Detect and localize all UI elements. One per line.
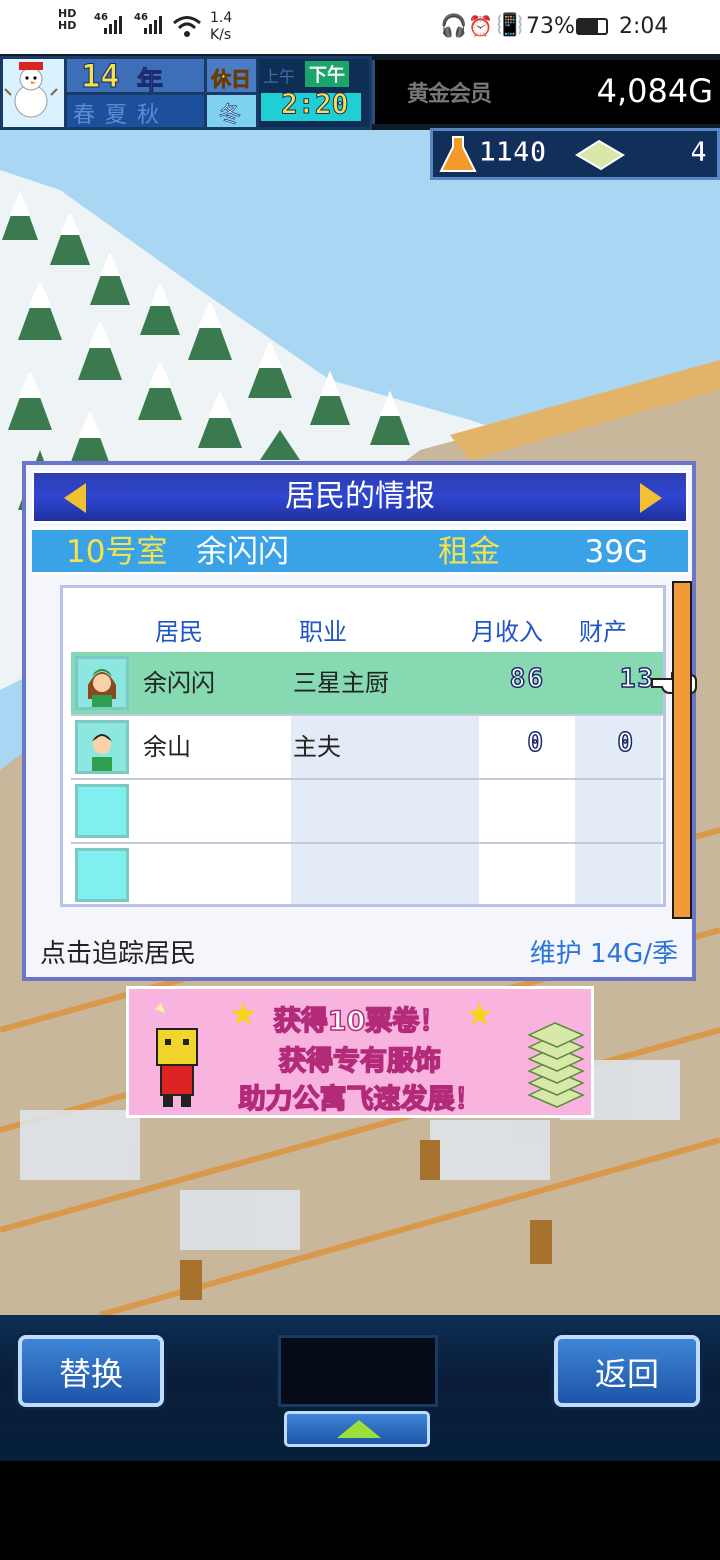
resource-panel: 1140 4: [430, 128, 720, 180]
gold-amount: 4,084G: [596, 72, 713, 110]
resident-income: 86: [509, 663, 545, 695]
column-header-income: 月收入: [471, 618, 543, 646]
back-button[interactable]: 返回: [554, 1335, 700, 1407]
resident-assets: 0: [617, 727, 635, 759]
empty-avatar-slot: [75, 784, 129, 838]
vibrate-icon: 📳: [496, 13, 524, 38]
column-header-assets: 财产: [579, 618, 627, 646]
next-arrow-icon[interactable]: [640, 483, 662, 513]
rent-label: 租金: [438, 534, 500, 570]
center-panel: [278, 1335, 438, 1407]
clock-time: 2:04: [619, 14, 669, 39]
banner-line-2: 获得专有服饰: [278, 1045, 442, 1078]
ticket-count: 4: [690, 135, 708, 169]
resident-income: 0: [527, 727, 545, 759]
season-panel: 春夏秋: [64, 92, 208, 130]
research-points: 1140: [478, 135, 547, 169]
expand-menu-button[interactable]: [284, 1411, 430, 1447]
flask-icon: [439, 136, 477, 172]
table-row-selected[interactable]: 余闪闪 三星主厨 86 13: [71, 652, 663, 716]
banner-line-3: 助力公寓飞速发展！: [238, 1083, 483, 1116]
table-row-empty[interactable]: [71, 780, 663, 844]
column-header-resident: 居民: [155, 618, 203, 646]
signal-icon: [144, 16, 162, 34]
battery-icon: [576, 18, 608, 35]
game-hud: 14 年 休日 春夏秋 冬 上午 下午 2:20 黄金会员 4,084G: [0, 54, 720, 130]
game-clock: 2:20: [280, 87, 349, 121]
resident-avatar: [75, 720, 129, 774]
room-resident-name: 余闪闪: [196, 534, 289, 570]
banner-line-1: 获得10票卷！: [273, 1005, 447, 1038]
scrollbar[interactable]: [672, 581, 692, 919]
resident-info-dialog: 居民的情报 10号室 余闪闪 租金 39G 居民 职业 月收入 财产 余闪闪 三…: [22, 461, 697, 981]
resident-job: 主夫: [293, 733, 341, 761]
table-row-empty[interactable]: [71, 844, 663, 906]
status-bar: HD HD 46 46 1.4 K/s 🎧 ⏰ 📳 73% 2:04: [0, 0, 720, 54]
promo-banner[interactable]: ★ ★ 获得10票卷！ 获得专有服饰 助力公寓飞速发展！: [126, 986, 594, 1118]
dialog-title: 居民的情报: [285, 479, 435, 514]
signal-icon: [104, 16, 122, 34]
up-arrow-icon: [337, 1420, 381, 1438]
season-current: 冬: [204, 92, 260, 130]
hd-badge: HD HD: [58, 7, 77, 32]
ticket-icon: [575, 139, 625, 171]
snowman-icon: [0, 56, 68, 130]
dialog-title-bar: 居民的情报: [32, 471, 688, 523]
wifi-icon: [173, 16, 201, 37]
column-header-job: 职业: [299, 618, 347, 646]
alarm-icon: ⏰: [468, 14, 493, 38]
bottom-toolbar: 替换 返回: [0, 1315, 720, 1461]
table-row[interactable]: 余山 主夫 0 0: [71, 716, 663, 780]
room-info-bar: 10号室 余闪闪 租金 39G: [32, 527, 688, 575]
track-resident-hint[interactable]: 点击追踪居民: [40, 933, 196, 970]
swap-button[interactable]: 替换: [18, 1335, 164, 1407]
empty-avatar-slot: [75, 848, 129, 902]
maintenance-cost: 维护 14G/季: [529, 939, 678, 969]
headphones-icon: 🎧: [440, 14, 468, 39]
resident-avatar: [75, 656, 129, 710]
resident-name: 余山: [143, 733, 191, 761]
year-value: 14: [81, 57, 121, 96]
resident-job: 三星主厨: [293, 669, 389, 697]
net-speed: 1.4 K/s: [210, 10, 233, 43]
time-panel: 上午 下午 2:20: [256, 56, 372, 130]
resident-name: 余闪闪: [143, 669, 215, 697]
prev-arrow-icon[interactable]: [64, 483, 86, 513]
battery-percent: 73%: [526, 14, 575, 39]
rent-value: 39G: [584, 534, 648, 570]
money-panel: 黄金会员 4,084G: [372, 60, 720, 124]
membership-label: 黄金会员: [407, 82, 492, 107]
ticket-stack-icon: [527, 1022, 585, 1108]
resident-table: 居民 职业 月收入 财产 余闪闪 三星主厨 86 13 余山 主夫 0 0: [60, 585, 666, 907]
room-number: 10号室: [66, 534, 168, 570]
